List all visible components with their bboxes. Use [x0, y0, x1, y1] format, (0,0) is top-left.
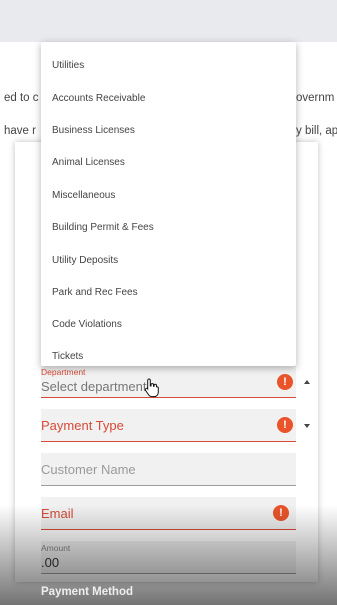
customer-name-input[interactable]: Customer Name — [41, 453, 296, 486]
menu-option-utilities[interactable]: Utilities — [52, 60, 84, 71]
amount-value: .00 — [41, 555, 60, 570]
payment-type-placeholder: Payment Type — [41, 418, 124, 433]
payment-type-error-icon: ! — [277, 417, 293, 433]
payment-type-select[interactable]: Payment Type ! — [41, 409, 310, 442]
amount-label: Amount — [41, 543, 71, 553]
department-select[interactable]: Department Select department ! — [41, 365, 310, 398]
menu-option-utility-deposits[interactable]: Utility Deposits — [52, 255, 118, 266]
email-input[interactable]: Email ! — [41, 497, 296, 530]
background-text-line2-right: y bill, ap — [296, 125, 337, 137]
menu-option-accounts-receivable[interactable]: Accounts Receivable — [52, 93, 145, 104]
background-text-line1-left: ed to c — [4, 92, 39, 104]
menu-option-building-permit-fees[interactable]: Building Permit & Fees — [52, 222, 154, 233]
top-bar — [0, 0, 337, 42]
background-text-line2-left: have r — [4, 125, 36, 137]
hand-cursor-icon — [144, 378, 159, 398]
chevron-up-icon[interactable] — [304, 380, 310, 384]
menu-option-business-licenses[interactable]: Business Licenses — [52, 125, 135, 136]
menu-option-animal-licenses[interactable]: Animal Licenses — [52, 157, 125, 168]
email-error-icon: ! — [273, 505, 289, 521]
email-placeholder: Email — [41, 506, 74, 521]
amount-input[interactable]: Amount .00 — [41, 541, 296, 574]
department-error-icon: ! — [277, 374, 293, 390]
department-label: Department — [41, 367, 86, 377]
payment-method-heading: Payment Method — [41, 586, 134, 598]
department-placeholder: Select department — [41, 379, 147, 394]
menu-option-code-violations[interactable]: Code Violations — [52, 319, 122, 330]
menu-option-park-and-rec-fees[interactable]: Park and Rec Fees — [52, 287, 138, 298]
menu-option-miscellaneous[interactable]: Miscellaneous — [52, 190, 115, 201]
chevron-down-icon[interactable] — [304, 424, 310, 428]
menu-option-tickets[interactable]: Tickets — [52, 351, 83, 362]
background-text-line1-right: overnm — [296, 92, 335, 104]
department-options-menu: Utilities Accounts Receivable Business L… — [41, 42, 296, 366]
customer-name-placeholder: Customer Name — [41, 462, 136, 477]
